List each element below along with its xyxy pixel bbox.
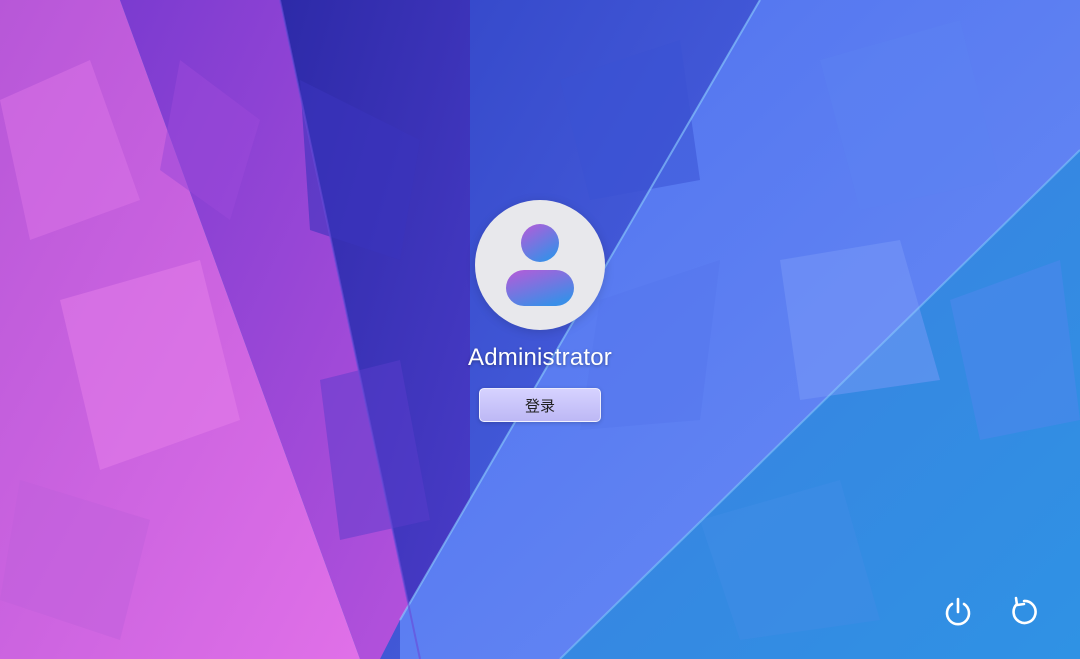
login-panel: Administrator 登录	[440, 200, 640, 422]
login-button[interactable]: 登录	[479, 388, 601, 422]
login-screen: Administrator 登录	[0, 0, 1080, 659]
power-button[interactable]	[938, 592, 978, 632]
user-avatar[interactable]	[475, 200, 605, 330]
user-avatar-icon	[506, 224, 574, 306]
restart-icon	[1012, 596, 1037, 625]
restart-button[interactable]	[1004, 592, 1044, 632]
username-label: Administrator	[468, 344, 612, 371]
power-icon	[945, 597, 971, 626]
